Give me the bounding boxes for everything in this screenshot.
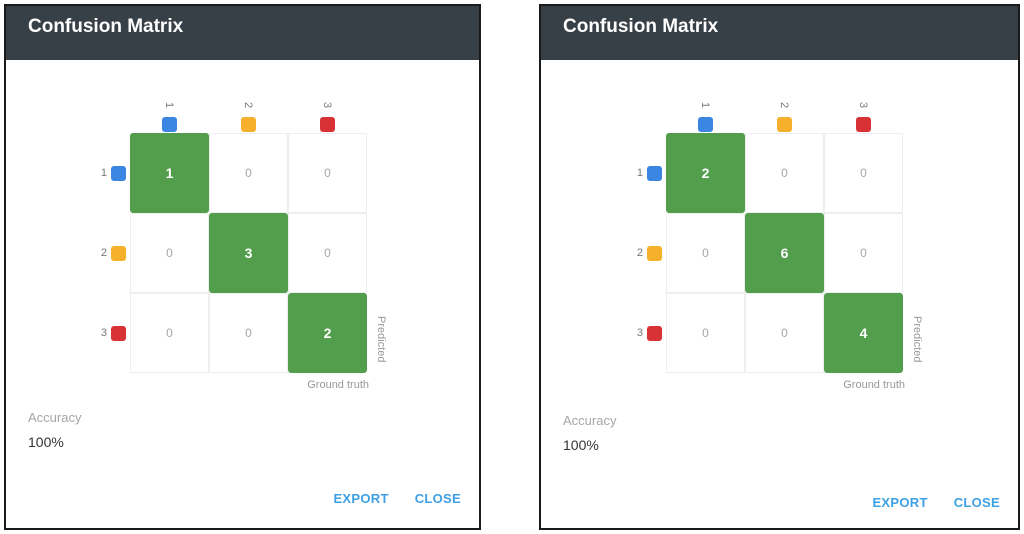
row-label: 3 [636, 327, 643, 339]
matrix-cell[interactable]: 0 [745, 293, 824, 373]
accuracy-label: Accuracy [563, 413, 617, 428]
class-color-swatch-icon [162, 117, 177, 132]
row-header-3: 3 [96, 293, 126, 373]
matrix-cell[interactable]: 0 [745, 133, 824, 213]
matrix-cell[interactable]: 0 [824, 213, 903, 293]
accuracy-value: 100% [563, 437, 599, 453]
matrix-cell[interactable]: 0 [666, 293, 745, 373]
row-label: 1 [100, 167, 107, 179]
matrix-grid: 1 1 2 2 3 3 1 0 0 0 3 0 0 0 2 Predicted Ground truth [101, 102, 387, 391]
column-header-3: 3 [288, 95, 367, 132]
row-label: 1 [636, 167, 643, 179]
column-header-3: 3 [824, 95, 903, 132]
row-label: 2 [100, 247, 107, 259]
dialog-title: Confusion Matrix [541, 6, 1018, 60]
matrix-cell[interactable]: 0 [288, 133, 367, 213]
accuracy-label: Accuracy [28, 410, 82, 425]
class-color-swatch-icon [647, 165, 662, 181]
column-label: 2 [778, 101, 791, 109]
matrix-cell[interactable]: 3 [209, 213, 288, 293]
class-color-swatch-icon [647, 245, 662, 261]
class-color-swatch-icon [111, 245, 126, 261]
matrix-cell[interactable]: 2 [288, 293, 367, 373]
confusion-matrix-dialog-right: Confusion Matrix 1 1 2 2 3 3 2 0 0 0 6 0 0 0 4 Predicte… [539, 4, 1020, 530]
matrix-cell[interactable]: 0 [666, 213, 745, 293]
matrix-cell[interactable]: 0 [130, 293, 209, 373]
close-button[interactable]: CLOSE [415, 491, 461, 506]
matrix-cell[interactable]: 0 [209, 133, 288, 213]
matrix-cell[interactable]: 4 [824, 293, 903, 373]
export-button[interactable]: EXPORT [872, 495, 927, 510]
column-label: 3 [857, 101, 870, 109]
dialog-actions: EXPORT CLOSE [333, 491, 461, 506]
row-header-2: 2 [632, 213, 662, 293]
class-color-swatch-icon [241, 117, 256, 132]
row-header-3: 3 [632, 293, 662, 373]
column-header-1: 1 [666, 95, 745, 132]
ground-truth-axis-label: Ground truth [843, 379, 905, 391]
class-color-swatch-icon [698, 117, 713, 132]
column-header-2: 2 [209, 95, 288, 132]
row-header-1: 1 [96, 133, 126, 213]
class-color-swatch-icon [777, 117, 792, 132]
confusion-matrix: 1 1 2 2 3 3 1 0 0 0 3 0 0 0 2 Predicted Ground truth [101, 102, 387, 391]
matrix-cell[interactable]: 1 [130, 133, 209, 213]
ground-truth-axis-label: Ground truth [307, 379, 369, 391]
class-color-swatch-icon [856, 117, 871, 132]
close-button[interactable]: CLOSE [954, 495, 1000, 510]
predicted-axis-label: Predicted [375, 316, 387, 363]
row-label: 3 [100, 327, 107, 339]
confusion-matrix-dialog-left: Confusion Matrix 1 1 2 2 3 3 1 0 0 0 3 0 0 0 2 Predicte… [4, 4, 481, 530]
column-label: 3 [321, 101, 334, 109]
matrix-grid: 1 1 2 2 3 3 2 0 0 0 6 0 0 0 4 Predicted Ground truth [637, 102, 923, 391]
column-header-1: 1 [130, 95, 209, 132]
export-button[interactable]: EXPORT [333, 491, 388, 506]
row-header-1: 1 [632, 133, 662, 213]
class-color-swatch-icon [320, 117, 335, 132]
accuracy-value: 100% [28, 434, 64, 450]
row-label: 2 [636, 247, 643, 259]
column-label: 2 [242, 101, 255, 109]
confusion-matrix: 1 1 2 2 3 3 2 0 0 0 6 0 0 0 4 Predicted Ground truth [637, 102, 923, 391]
class-color-swatch-icon [111, 165, 126, 181]
column-label: 1 [699, 101, 712, 109]
matrix-cell[interactable]: 0 [824, 133, 903, 213]
class-color-swatch-icon [111, 325, 126, 341]
row-header-2: 2 [96, 213, 126, 293]
class-color-swatch-icon [647, 325, 662, 341]
matrix-cell[interactable]: 0 [288, 213, 367, 293]
column-label: 1 [163, 101, 176, 109]
predicted-axis-label: Predicted [911, 316, 923, 363]
matrix-cell[interactable]: 6 [745, 213, 824, 293]
matrix-cell[interactable]: 2 [666, 133, 745, 213]
matrix-cell[interactable]: 0 [209, 293, 288, 373]
column-header-2: 2 [745, 95, 824, 132]
matrix-cell[interactable]: 0 [130, 213, 209, 293]
dialog-title: Confusion Matrix [6, 6, 479, 60]
dialog-actions: EXPORT CLOSE [872, 495, 1000, 510]
